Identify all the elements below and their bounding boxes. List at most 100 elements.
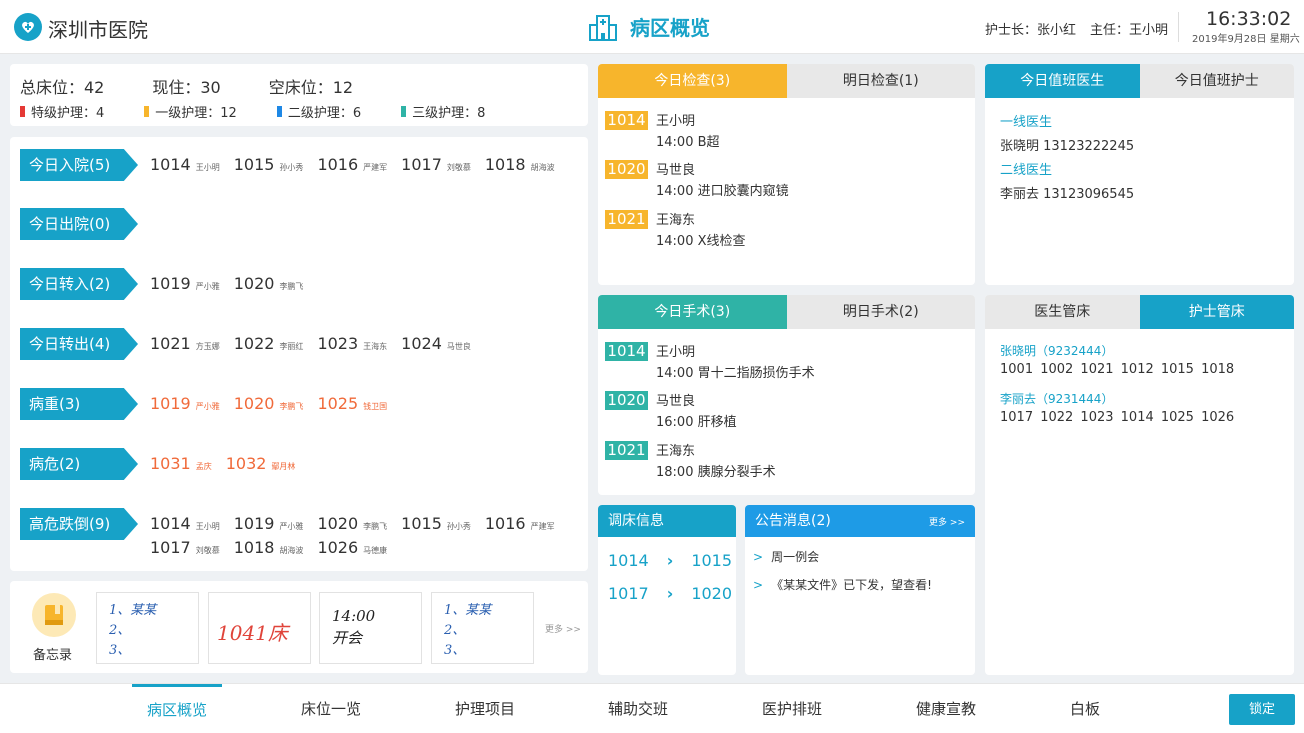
patient-entry[interactable]: 1031 孟庆 — [150, 454, 212, 478]
patient-entry[interactable]: 1023 王海东 — [317, 334, 387, 358]
patient-entry[interactable]: 1020 李鹏飞 — [234, 274, 304, 298]
hospital-logo-icon — [14, 13, 42, 41]
patient-entry[interactable]: 1019 严小雅 — [234, 514, 304, 538]
category-entries: 1014 王小明 1019 严小雅 1020 李鹏飞 1015 孙小秀 1016 严建军 1017 刘… — [150, 514, 580, 562]
clock-time: 16:33:02 — [1206, 8, 1292, 30]
empty-beds: 空床位：12 — [268, 78, 354, 97]
notices-panel: 公告消息(2) 更多 >> > 周一例会 > 《某某文件》已下发，望查看! — [745, 505, 975, 675]
schedule-item[interactable]: 1020 马世良 14:00 进口胶囊内窥镜 — [605, 159, 965, 199]
patient-categories-panel: 今日入院(5) 1014 王小明 1015 孙小秀 1016 严建军 1017 刘敬慕 1018 胡… — [10, 137, 588, 571]
transfer-from: 1017 — [608, 584, 649, 603]
nav-item[interactable]: 病区概览 — [132, 684, 222, 733]
patient-entry[interactable]: 1026 马德康 — [317, 538, 387, 562]
schedule-item[interactable]: 1020 马世良 16:00 肝移植 — [605, 390, 965, 430]
patient-entry[interactable]: 1016 严建军 — [485, 514, 555, 538]
category-tag[interactable]: 今日转入(2) — [20, 268, 138, 300]
schedule-item[interactable]: 1021 王海东 18:00 胰腺分裂手术 — [605, 440, 965, 480]
tab-duty-doctor[interactable]: 今日值班医生 — [985, 64, 1140, 98]
tab-nurse-beds[interactable]: 护士管床 — [1139, 295, 1294, 329]
nav-item[interactable]: 白板 — [1040, 684, 1130, 733]
memo-more-link[interactable]: 更多 >> — [545, 622, 581, 635]
patient-entry[interactable]: 1018 胡海波 — [485, 155, 555, 179]
patient-entry[interactable]: 1018 胡海波 — [234, 538, 304, 562]
schedule-detail: 14:00 B超 — [656, 135, 720, 150]
patient-entry[interactable]: 1015 孙小秀 — [234, 155, 304, 179]
tab-duty-nurse[interactable]: 今日值班护士 — [1139, 64, 1294, 98]
category-tag[interactable]: 病危(2) — [20, 448, 138, 480]
notice-item[interactable]: > 《某某文件》已下发，望查看! — [753, 576, 932, 593]
patient-entry[interactable]: 1019 严小雅 — [150, 394, 220, 418]
patient-entry[interactable]: 1017 刘敬慕 — [401, 155, 471, 179]
category-tag[interactable]: 高危跌倒(9) — [20, 508, 138, 540]
memo-note[interactable]: 1、某某 2、 3、 — [431, 592, 534, 664]
schedule-item[interactable]: 1014 王小明 14:00 胃十二指肠损伤手术 — [605, 341, 965, 381]
notices-more-link[interactable]: 更多 >> — [929, 515, 965, 528]
tab-today-surgeries[interactable]: 今日手术(3) — [598, 295, 787, 329]
category-entries: 1019 严小雅 1020 李鹏飞 — [150, 274, 580, 298]
director: 主任：王小明 — [1090, 23, 1169, 38]
tab-tomorrow-surgeries[interactable]: 明日手术(2) — [786, 295, 975, 329]
patient-name: 王海东 — [363, 342, 388, 351]
bed-number: 1026 — [317, 538, 359, 557]
patient-entry[interactable]: 1022 李丽红 — [234, 334, 304, 358]
patient-entry[interactable]: 1020 李鹏飞 — [234, 394, 304, 418]
nav-item[interactable]: 护理项目 — [440, 684, 530, 733]
category-row: 今日转入(2) 1019 严小雅 1020 李鹏飞 — [10, 264, 588, 304]
patient-entry[interactable]: 1014 王小明 — [150, 155, 220, 179]
memo-note[interactable]: 14:00 开会 — [319, 592, 422, 664]
bed-stats-panel: 总床位：42 现住：30 空床位：12 特级护理：4 一级护理：12 二级护理：6 三… — [10, 64, 588, 126]
category-tag[interactable]: 今日出院(0) — [20, 208, 138, 240]
category-tag[interactable]: 今日入院(5) — [20, 149, 138, 181]
patient-entry[interactable]: 1017 刘敬慕 — [150, 538, 220, 562]
nav-item[interactable]: 辅助交班 — [593, 684, 683, 733]
patient-entry[interactable]: 1014 王小明 — [150, 514, 220, 538]
memo-note[interactable]: 1、某某 2、 3、 — [96, 592, 199, 664]
bed-number: 1020 — [317, 514, 359, 533]
bed-number: 1032 — [225, 454, 267, 473]
patient-entry[interactable]: 1019 严小雅 — [150, 274, 220, 298]
bottom-nav: 病区概览 床位一览 护理项目 辅助交班 医护排班 健康宣教 白板 锁定 — [0, 683, 1304, 733]
memo-icon[interactable] — [32, 593, 76, 637]
tab-tomorrow-exams[interactable]: 明日检查(1) — [786, 64, 975, 98]
nav-item[interactable]: 床位一览 — [286, 684, 376, 733]
notice-item[interactable]: > 周一例会 — [753, 548, 819, 565]
category-tag[interactable]: 病重(3) — [20, 388, 138, 420]
nav-item[interactable]: 医护排班 — [747, 684, 837, 733]
doctor-contact: 李丽去 13123096545 — [1000, 187, 1135, 202]
bed-number: 1018 — [233, 538, 275, 557]
tab-doctor-beds[interactable]: 医生管床 — [985, 295, 1140, 329]
patient-entry[interactable]: 1021 方玉娜 — [150, 334, 220, 358]
bed-badge: 1021 — [605, 210, 648, 229]
memo-note-line: 1041床 — [217, 621, 288, 645]
transfer-from: 1014 — [608, 551, 649, 570]
patient-name: 孙小秀 — [279, 163, 304, 172]
nursing-level: 特级护理：4 — [20, 102, 104, 121]
patient-name: 王小明 — [656, 345, 696, 360]
nav-item[interactable]: 健康宣教 — [901, 684, 991, 733]
schedule-detail: 14:00 进口胶囊内窥镜 — [656, 184, 789, 199]
memo-note[interactable]: 1041床 — [208, 592, 311, 664]
category-tag[interactable]: 今日转出(4) — [20, 328, 138, 360]
doctor-role: 一线医生 — [1000, 115, 1053, 130]
tab-today-exams[interactable]: 今日检查(3) — [598, 64, 787, 98]
bed-badge: 1021 — [605, 441, 648, 460]
surgeries-panel: 今日手术(3) 明日手术(2) 1014 王小明 14:00 胃十二指肠损伤手术 10… — [598, 295, 975, 495]
arrow-right-icon: › — [666, 551, 674, 570]
schedule-detail: 16:00 肝移植 — [656, 415, 737, 430]
patient-entry[interactable]: 1016 严建军 — [317, 155, 387, 179]
bed-badge: 1014 — [605, 111, 648, 130]
patient-name: 王海东 — [656, 444, 696, 459]
schedule-item[interactable]: 1014 王小明 14:00 B超 — [605, 110, 965, 150]
patient-entry[interactable]: 1025 钱卫国 — [317, 394, 387, 418]
bed-number: 1019 — [150, 394, 191, 413]
lock-button[interactable]: 锁定 — [1229, 694, 1295, 725]
patient-entry[interactable]: 1020 李鹏飞 — [317, 514, 387, 538]
chevron-right-icon: > — [753, 550, 764, 564]
bed-number: 1020 — [233, 394, 275, 413]
schedule-item[interactable]: 1021 王海东 14:00 X线检查 — [605, 209, 965, 249]
managed-beds: 1001 1002 1021 1012 1015 1018 — [1000, 362, 1235, 377]
bed-number: 1025 — [317, 394, 359, 413]
patient-entry[interactable]: 1015 孙小秀 — [401, 514, 471, 538]
patient-entry[interactable]: 1032 鄢月林 — [226, 454, 296, 478]
patient-entry[interactable]: 1024 马世良 — [401, 334, 471, 358]
